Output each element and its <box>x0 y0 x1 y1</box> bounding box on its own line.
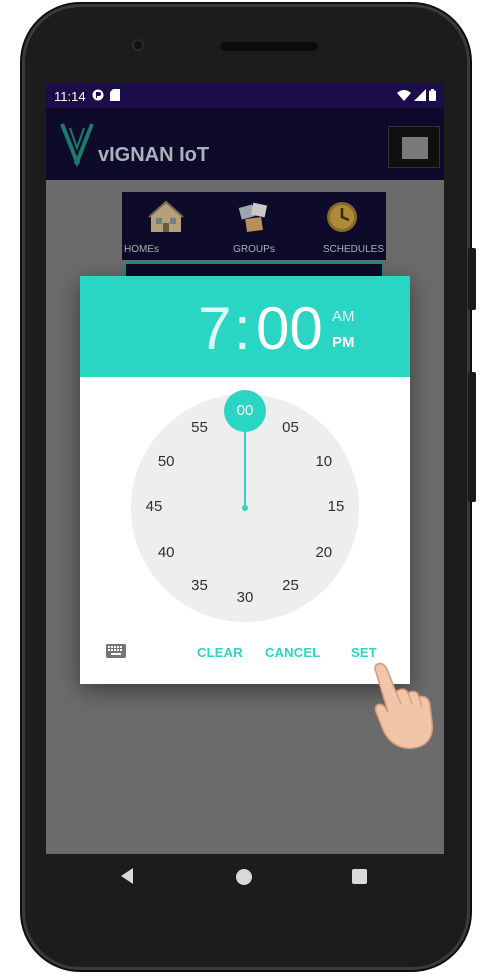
back-icon[interactable] <box>121 868 133 884</box>
tabs-card: HOMEs GROUPs SCHEDULES <box>122 192 386 260</box>
notification-icon <box>92 89 104 104</box>
menu-icon <box>402 137 428 159</box>
keyboard-icon[interactable] <box>106 644 126 658</box>
cancel-button[interactable]: CANCEL <box>265 645 320 660</box>
pointing-hand-icon <box>368 660 438 750</box>
clock-dial[interactable]: 00 05 10 15 20 25 30 35 40 45 50 55 <box>131 390 359 622</box>
content-card-edge <box>124 262 384 276</box>
time-picker-dialog: 7 : 00 AM PM 00 05 10 15 20 25 30 35 40 45 50 55 C… <box>80 276 410 684</box>
clock-number[interactable]: 25 <box>276 577 306 597</box>
set-button[interactable]: SET <box>351 645 377 660</box>
app-bar: vIGNAN IoT <box>46 108 444 180</box>
am-toggle[interactable]: AM <box>332 308 355 325</box>
battery-icon <box>429 88 436 104</box>
tab-homes[interactable]: HOMEs <box>122 192 210 260</box>
time-separator: : <box>234 295 251 362</box>
clock-number[interactable]: 05 <box>276 419 306 439</box>
tab-schedules[interactable]: SCHEDULES <box>298 192 386 260</box>
sd-card-icon <box>109 88 120 104</box>
recents-icon[interactable] <box>352 869 367 884</box>
clock-hand-selector[interactable]: 00 <box>224 390 266 432</box>
hour-display[interactable]: 7 <box>198 294 231 363</box>
front-camera <box>132 39 144 51</box>
navigation-bar <box>46 854 444 900</box>
clock-hand-center <box>242 505 248 511</box>
earpiece <box>220 42 318 51</box>
tab-label: GROUPs <box>233 244 275 255</box>
puzzle-pieces-icon <box>236 200 272 234</box>
tab-groups[interactable]: GROUPs <box>210 192 298 260</box>
clock-number[interactable]: 10 <box>309 453 339 473</box>
clock-number[interactable]: 50 <box>151 453 181 473</box>
app-logo <box>60 122 94 168</box>
power-button <box>468 248 476 310</box>
signal-icon <box>414 88 426 104</box>
clock-number[interactable]: 45 <box>139 498 169 518</box>
app-title: vIGNAN IoT <box>98 144 210 166</box>
clock-number[interactable]: 30 <box>230 589 260 609</box>
tab-label: HOMEs <box>124 244 159 255</box>
volume-button <box>468 372 476 502</box>
wifi-icon <box>397 89 411 104</box>
house-icon <box>148 200 184 234</box>
status-icons <box>397 88 436 104</box>
pm-toggle[interactable]: PM <box>332 334 355 351</box>
clock-number[interactable]: 20 <box>309 544 339 564</box>
clock-number[interactable]: 40 <box>151 544 181 564</box>
time-picker-header: 7 : 00 AM PM <box>80 276 410 377</box>
clock-number[interactable]: 15 <box>321 498 351 518</box>
clock-number[interactable]: 35 <box>185 577 215 597</box>
minute-display[interactable]: 00 <box>256 294 323 363</box>
menu-button[interactable] <box>388 126 440 168</box>
home-nav-icon[interactable] <box>236 869 252 885</box>
status-time: 11:14 <box>54 88 86 104</box>
status-bar: 11:14 <box>46 84 444 108</box>
alarm-clock-icon <box>324 200 360 234</box>
tab-label: SCHEDULES <box>322 244 384 255</box>
clock-number[interactable]: 55 <box>185 419 215 439</box>
clear-button[interactable]: CLEAR <box>197 645 243 660</box>
